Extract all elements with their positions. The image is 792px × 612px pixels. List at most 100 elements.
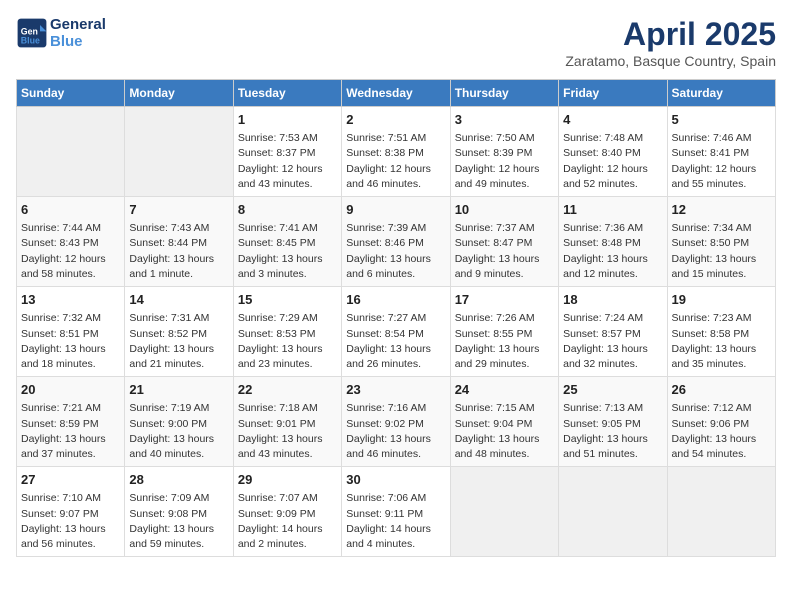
logo-icon: Gen Blue — [16, 17, 48, 49]
calendar-day-cell: 2 Sunrise: 7:51 AM Sunset: 8:38 PM Daylig… — [342, 107, 450, 197]
day-number: 2 — [346, 111, 445, 129]
day-number: 27 — [21, 471, 120, 489]
month-title: April 2025 — [565, 16, 776, 53]
calendar-day-cell: 15Sunrise: 7:29 AM Sunset: 8:53 PM Dayli… — [233, 287, 341, 377]
calendar-day-cell: 8 Sunrise: 7:41 AM Sunset: 8:45 PM Daylig… — [233, 197, 341, 287]
calendar-day-cell: 24Sunrise: 7:15 AM Sunset: 9:04 PM Dayli… — [450, 377, 558, 467]
day-number: 20 — [21, 381, 120, 399]
day-number: 22 — [238, 381, 337, 399]
day-number: 28 — [129, 471, 228, 489]
calendar-day-cell: 30Sunrise: 7:06 AM Sunset: 9:11 PM Dayli… — [342, 467, 450, 557]
day-number: 18 — [563, 291, 662, 309]
calendar-day-cell — [450, 467, 558, 557]
calendar-day-cell: 6Sunrise: 7:44 AM Sunset: 8:43 PM Daylig… — [17, 197, 125, 287]
day-info: Sunrise: 7:39 AM Sunset: 8:46 PM Dayligh… — [346, 221, 445, 282]
day-info: Sunrise: 7:18 AM Sunset: 9:01 PM Dayligh… — [238, 401, 337, 462]
calendar-day-cell: 3Sunrise: 7:50 AM Sunset: 8:39 PM Daylig… — [450, 107, 558, 197]
calendar-day-cell: 16 Sunrise: 7:27 AM Sunset: 8:54 PM Dayli… — [342, 287, 450, 377]
calendar-day-cell — [17, 107, 125, 197]
calendar-day-cell: 1 Sunrise: 7:53 AM Sunset: 8:37 PM Daylig… — [233, 107, 341, 197]
calendar-week-row: 27 Sunrise: 7:10 AM Sunset: 9:07 PM Dayli… — [17, 467, 776, 557]
day-info: Sunrise: 7:16 AM Sunset: 9:02 PM Dayligh… — [346, 401, 445, 462]
day-info: Sunrise: 7:36 AM Sunset: 8:48 PM Dayligh… — [563, 221, 662, 282]
day-number: 29 — [238, 471, 337, 489]
day-number: 30 — [346, 471, 445, 489]
weekday-header-cell: Thursday — [450, 80, 558, 107]
day-number: 5 — [672, 111, 771, 129]
logo: Gen Blue General Blue — [16, 16, 106, 50]
day-number: 10 — [455, 201, 554, 219]
calendar-day-cell: 4 Sunrise: 7:48 AM Sunset: 8:40 PM Daylig… — [559, 107, 667, 197]
logo-text-line2: Blue — [50, 33, 106, 50]
weekday-header-cell: Tuesday — [233, 80, 341, 107]
calendar-week-row: 13Sunrise: 7:32 AM Sunset: 8:51 PM Dayli… — [17, 287, 776, 377]
calendar-day-cell: 26 Sunrise: 7:12 AM Sunset: 9:06 PM Dayli… — [667, 377, 775, 467]
day-number: 11 — [563, 201, 662, 219]
calendar-day-cell — [559, 467, 667, 557]
day-info: Sunrise: 7:10 AM Sunset: 9:07 PM Dayligh… — [21, 491, 120, 552]
day-number: 16 — [346, 291, 445, 309]
calendar-day-cell — [125, 107, 233, 197]
day-number: 12 — [672, 201, 771, 219]
calendar-day-cell — [667, 467, 775, 557]
day-info: Sunrise: 7:46 AM Sunset: 8:41 PM Dayligh… — [672, 131, 771, 192]
weekday-header-cell: Saturday — [667, 80, 775, 107]
day-info: Sunrise: 7:07 AM Sunset: 9:09 PM Dayligh… — [238, 491, 337, 552]
day-number: 21 — [129, 381, 228, 399]
day-info: Sunrise: 7:09 AM Sunset: 9:08 PM Dayligh… — [129, 491, 228, 552]
day-number: 17 — [455, 291, 554, 309]
day-info: Sunrise: 7:41 AM Sunset: 8:45 PM Dayligh… — [238, 221, 337, 282]
day-info: Sunrise: 7:15 AM Sunset: 9:04 PM Dayligh… — [455, 401, 554, 462]
day-info: Sunrise: 7:31 AM Sunset: 8:52 PM Dayligh… — [129, 311, 228, 372]
day-info: Sunrise: 7:27 AM Sunset: 8:54 PM Dayligh… — [346, 311, 445, 372]
day-number: 3 — [455, 111, 554, 129]
calendar-week-row: 20 Sunrise: 7:21 AM Sunset: 8:59 PM Dayli… — [17, 377, 776, 467]
day-info: Sunrise: 7:34 AM Sunset: 8:50 PM Dayligh… — [672, 221, 771, 282]
calendar-day-cell: 17Sunrise: 7:26 AM Sunset: 8:55 PM Dayli… — [450, 287, 558, 377]
day-number: 8 — [238, 201, 337, 219]
day-info: Sunrise: 7:51 AM Sunset: 8:38 PM Dayligh… — [346, 131, 445, 192]
day-info: Sunrise: 7:43 AM Sunset: 8:44 PM Dayligh… — [129, 221, 228, 282]
day-number: 23 — [346, 381, 445, 399]
day-info: Sunrise: 7:53 AM Sunset: 8:37 PM Dayligh… — [238, 131, 337, 192]
calendar-day-cell: 9Sunrise: 7:39 AM Sunset: 8:46 PM Daylig… — [342, 197, 450, 287]
location-title: Zaratamo, Basque Country, Spain — [565, 53, 776, 69]
day-number: 1 — [238, 111, 337, 129]
day-number: 4 — [563, 111, 662, 129]
day-info: Sunrise: 7:37 AM Sunset: 8:47 PM Dayligh… — [455, 221, 554, 282]
weekday-header-cell: Sunday — [17, 80, 125, 107]
day-info: Sunrise: 7:32 AM Sunset: 8:51 PM Dayligh… — [21, 311, 120, 372]
calendar-day-cell: 20 Sunrise: 7:21 AM Sunset: 8:59 PM Dayli… — [17, 377, 125, 467]
calendar-day-cell: 18 Sunrise: 7:24 AM Sunset: 8:57 PM Dayli… — [559, 287, 667, 377]
day-number: 19 — [672, 291, 771, 309]
calendar-day-cell: 7 Sunrise: 7:43 AM Sunset: 8:44 PM Daylig… — [125, 197, 233, 287]
calendar-day-cell: 13Sunrise: 7:32 AM Sunset: 8:51 PM Dayli… — [17, 287, 125, 377]
calendar-day-cell: 11 Sunrise: 7:36 AM Sunset: 8:48 PM Dayli… — [559, 197, 667, 287]
svg-text:Blue: Blue — [21, 35, 40, 45]
weekday-header-cell: Monday — [125, 80, 233, 107]
calendar-day-cell: 5 Sunrise: 7:46 AM Sunset: 8:41 PM Daylig… — [667, 107, 775, 197]
weekday-header-cell: Friday — [559, 80, 667, 107]
day-number: 7 — [129, 201, 228, 219]
day-number: 25 — [563, 381, 662, 399]
calendar-table: SundayMondayTuesdayWednesdayThursdayFrid… — [16, 79, 776, 557]
page-header: Gen Blue General Blue April 2025 Zaratam… — [16, 16, 776, 69]
calendar-day-cell: 21Sunrise: 7:19 AM Sunset: 9:00 PM Dayli… — [125, 377, 233, 467]
logo-text-line1: General — [50, 16, 106, 33]
day-info: Sunrise: 7:23 AM Sunset: 8:58 PM Dayligh… — [672, 311, 771, 372]
day-info: Sunrise: 7:21 AM Sunset: 8:59 PM Dayligh… — [21, 401, 120, 462]
calendar-week-row: 1 Sunrise: 7:53 AM Sunset: 8:37 PM Daylig… — [17, 107, 776, 197]
day-info: Sunrise: 7:24 AM Sunset: 8:57 PM Dayligh… — [563, 311, 662, 372]
calendar-day-cell: 27 Sunrise: 7:10 AM Sunset: 9:07 PM Dayli… — [17, 467, 125, 557]
calendar-day-cell: 12 Sunrise: 7:34 AM Sunset: 8:50 PM Dayli… — [667, 197, 775, 287]
weekday-header-cell: Wednesday — [342, 80, 450, 107]
day-number: 26 — [672, 381, 771, 399]
day-info: Sunrise: 7:12 AM Sunset: 9:06 PM Dayligh… — [672, 401, 771, 462]
day-info: Sunrise: 7:13 AM Sunset: 9:05 PM Dayligh… — [563, 401, 662, 462]
weekday-header-row: SundayMondayTuesdayWednesdayThursdayFrid… — [17, 80, 776, 107]
calendar-day-cell: 23 Sunrise: 7:16 AM Sunset: 9:02 PM Dayli… — [342, 377, 450, 467]
day-info: Sunrise: 7:48 AM Sunset: 8:40 PM Dayligh… — [563, 131, 662, 192]
calendar-day-cell: 25 Sunrise: 7:13 AM Sunset: 9:05 PM Dayli… — [559, 377, 667, 467]
calendar-day-cell: 14Sunrise: 7:31 AM Sunset: 8:52 PM Dayli… — [125, 287, 233, 377]
calendar-day-cell: 29 Sunrise: 7:07 AM Sunset: 9:09 PM Dayli… — [233, 467, 341, 557]
